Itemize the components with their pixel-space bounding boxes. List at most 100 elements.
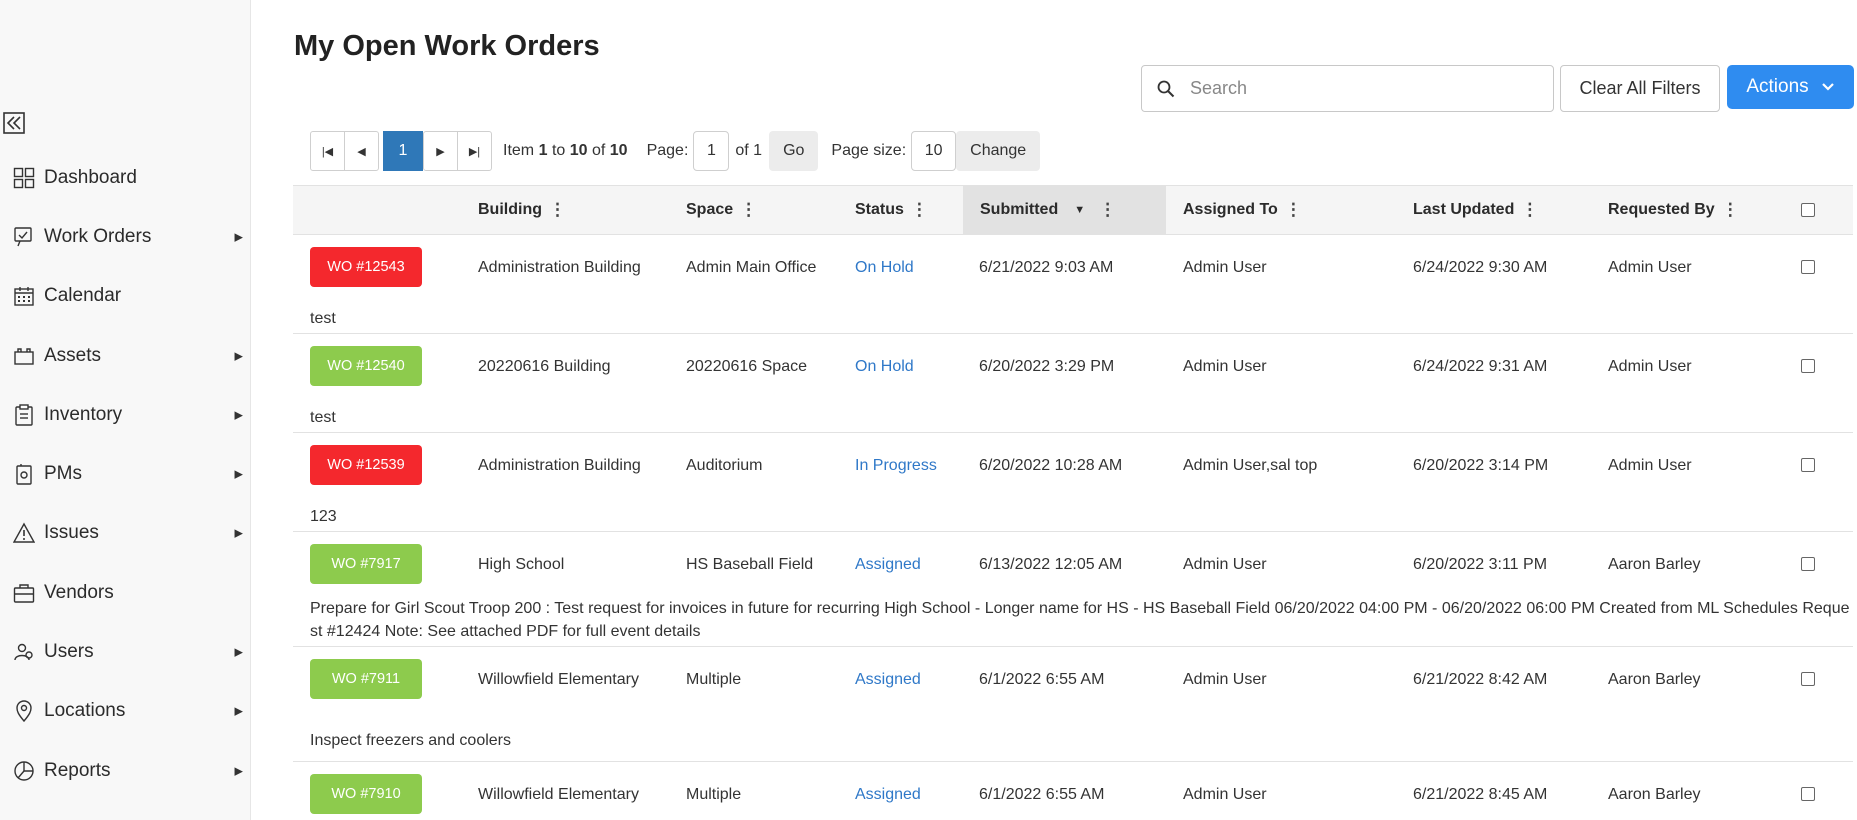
sidebar-item-issues[interactable]: Issues ▶ — [0, 504, 251, 563]
wo-number-badge[interactable]: WO #12543 — [310, 247, 422, 287]
chevron-down-icon — [1821, 83, 1834, 91]
search-input[interactable] — [1190, 78, 1530, 99]
first-page-button[interactable]: |◀ — [310, 131, 345, 171]
page-title: My Open Work Orders — [294, 30, 600, 62]
row-checkbox-cell — [1801, 458, 1815, 477]
item-total: 10 — [609, 142, 628, 159]
cell-space: 20220616 Space — [686, 358, 807, 375]
sidebar-item-reports[interactable]: Reports ▶ — [0, 741, 251, 800]
column-menu-icon[interactable]: ⋮ — [1285, 200, 1302, 220]
next-page-icon: ▶ — [436, 145, 445, 158]
sidebar-item-assets[interactable]: Assets ▶ — [0, 326, 251, 385]
column-header-submitted[interactable]: Submitted ▼ ⋮ — [963, 186, 1166, 234]
cell-building: Willowfield Elementary — [478, 786, 639, 803]
wo-number-badge[interactable]: WO #12539 — [310, 445, 422, 485]
submenu-arrow-icon: ▶ — [234, 705, 243, 718]
sidebar-item-locations[interactable]: Locations ▶ — [0, 682, 251, 741]
row-checkbox-cell — [1801, 787, 1815, 806]
change-button[interactable]: Change — [956, 131, 1041, 171]
column-header-assigned-to[interactable]: Assigned To ⋮ — [1183, 186, 1302, 234]
sidebar-item-dashboard[interactable]: Dashboard — [0, 148, 251, 207]
sidebar-item-work-orders[interactable]: Work Orders ▶ — [0, 207, 251, 266]
wo-number-badge[interactable]: WO #7917 — [310, 544, 422, 584]
cell-status: Assigned — [855, 671, 921, 688]
select-all-checkbox[interactable] — [1801, 203, 1815, 217]
cell-status: Assigned — [855, 786, 921, 803]
column-header-building[interactable]: Building ⋮ — [478, 186, 566, 234]
page-number-input[interactable]: 1 — [693, 131, 730, 171]
row-description: 123 — [310, 508, 337, 525]
column-menu-icon[interactable]: ⋮ — [1099, 200, 1116, 220]
item-to: 10 — [569, 142, 588, 159]
row-checkbox[interactable] — [1801, 672, 1815, 686]
row-description: Prepare for Girl Scout Troop 200 : Test … — [310, 600, 1850, 640]
pie-chart-icon — [12, 759, 36, 783]
column-menu-icon[interactable]: ⋮ — [911, 200, 928, 220]
page-size-input[interactable]: 10 — [911, 131, 957, 171]
column-label: Requested By — [1608, 201, 1715, 218]
table-row[interactable]: WO #7910 Willowfield Elementary Multiple… — [293, 762, 1853, 820]
table-row[interactable]: WO #12540 20220616 Building 20220616 Spa… — [293, 334, 1853, 433]
actions-button-label: Actions — [1746, 76, 1809, 97]
table-row[interactable]: WO #12539 Administration Building Audito… — [293, 433, 1853, 532]
actions-button[interactable]: Actions — [1727, 65, 1854, 109]
cell-last-updated: 6/20/2022 3:11 PM — [1413, 556, 1548, 573]
cell-assigned-to: Admin User,sal top — [1183, 457, 1318, 474]
sidebar-item-users[interactable]: Users ▶ — [0, 622, 251, 681]
column-header-requested-by[interactable]: Requested By ⋮ — [1608, 186, 1739, 234]
row-checkbox[interactable] — [1801, 458, 1815, 472]
column-menu-icon[interactable]: ⋮ — [549, 200, 566, 220]
cell-space: Multiple — [686, 786, 742, 803]
next-page-button[interactable]: ▶ — [423, 131, 458, 171]
sidebar-item-vendors[interactable]: Vendors — [0, 563, 251, 622]
column-header-space[interactable]: Space ⋮ — [686, 186, 757, 234]
sidebar-item-inventory[interactable]: Inventory ▶ — [0, 385, 251, 444]
column-header-last-updated[interactable]: Last Updated ⋮ — [1413, 186, 1538, 234]
pms-icon — [12, 462, 36, 486]
wo-number-badge[interactable]: WO #12540 — [310, 346, 422, 386]
previous-page-button[interactable]: ◀ — [344, 131, 379, 171]
current-page-button[interactable]: 1 — [383, 131, 423, 171]
cell-last-updated: 6/20/2022 3:14 PM — [1413, 457, 1549, 474]
pagination-bar: |◀ ◀ 1 ▶ ▶| Item 1 to 10 of 10 Page: 1 o… — [310, 131, 1041, 171]
sidebar-item-calendar[interactable]: Calendar — [0, 267, 251, 326]
clear-all-filters-button[interactable]: Clear All Filters — [1560, 65, 1720, 112]
row-checkbox[interactable] — [1801, 359, 1815, 373]
select-all-checkbox-cell — [1801, 186, 1815, 234]
assets-icon — [12, 344, 36, 368]
cell-assigned-to: Admin User — [1183, 358, 1267, 375]
last-page-button[interactable]: ▶| — [457, 131, 492, 171]
cell-last-updated: 6/24/2022 9:30 AM — [1413, 259, 1548, 276]
column-header-status[interactable]: Status ⋮ — [855, 186, 928, 234]
inventory-icon — [12, 403, 36, 427]
table-row[interactable]: WO #7911 Willowfield Elementary Multiple… — [293, 647, 1853, 762]
table-row[interactable]: WO #12543 Administration Building Admin … — [293, 235, 1853, 334]
sidebar-item-label: Work Orders — [44, 225, 152, 247]
column-menu-icon[interactable]: ⋮ — [1521, 200, 1538, 220]
sidebar: Dashboard Work Orders ▶ Calendar Assets … — [0, 0, 251, 820]
row-checkbox[interactable] — [1801, 260, 1815, 274]
sidebar-item-label: Issues — [44, 522, 99, 544]
collapse-sidebar-icon[interactable] — [2, 111, 26, 135]
search-box[interactable] — [1141, 65, 1554, 112]
submenu-arrow-icon: ▶ — [234, 350, 243, 363]
cell-submitted: 6/20/2022 10:28 AM — [979, 457, 1123, 474]
row-description: Inspect freezers and coolers — [310, 732, 511, 749]
table-row[interactable]: WO #7917 High School HS Baseball Field A… — [293, 532, 1853, 647]
cell-status: On Hold — [855, 259, 914, 276]
cell-requested-by: Aaron Barley — [1608, 556, 1701, 573]
item-prefix: Item — [503, 142, 535, 159]
row-checkbox[interactable] — [1801, 557, 1815, 571]
table-header: Building ⋮ Space ⋮ Status ⋮ Submitted ▼ ⋮ Ass… — [293, 185, 1853, 235]
last-page-icon: ▶| — [468, 145, 481, 158]
sidebar-item-pms[interactable]: PMs ▶ — [0, 444, 251, 503]
column-menu-icon[interactable]: ⋮ — [1722, 200, 1739, 220]
column-menu-icon[interactable]: ⋮ — [740, 200, 757, 220]
go-button[interactable]: Go — [769, 131, 819, 171]
wo-number-badge[interactable]: WO #7910 — [310, 774, 422, 814]
row-checkbox[interactable] — [1801, 787, 1815, 801]
sidebar-item-label: Users — [44, 641, 94, 663]
sidebar-item-label: Reports — [44, 759, 111, 781]
wo-number-badge[interactable]: WO #7911 — [310, 659, 422, 699]
cell-assigned-to: Admin User — [1183, 259, 1267, 276]
